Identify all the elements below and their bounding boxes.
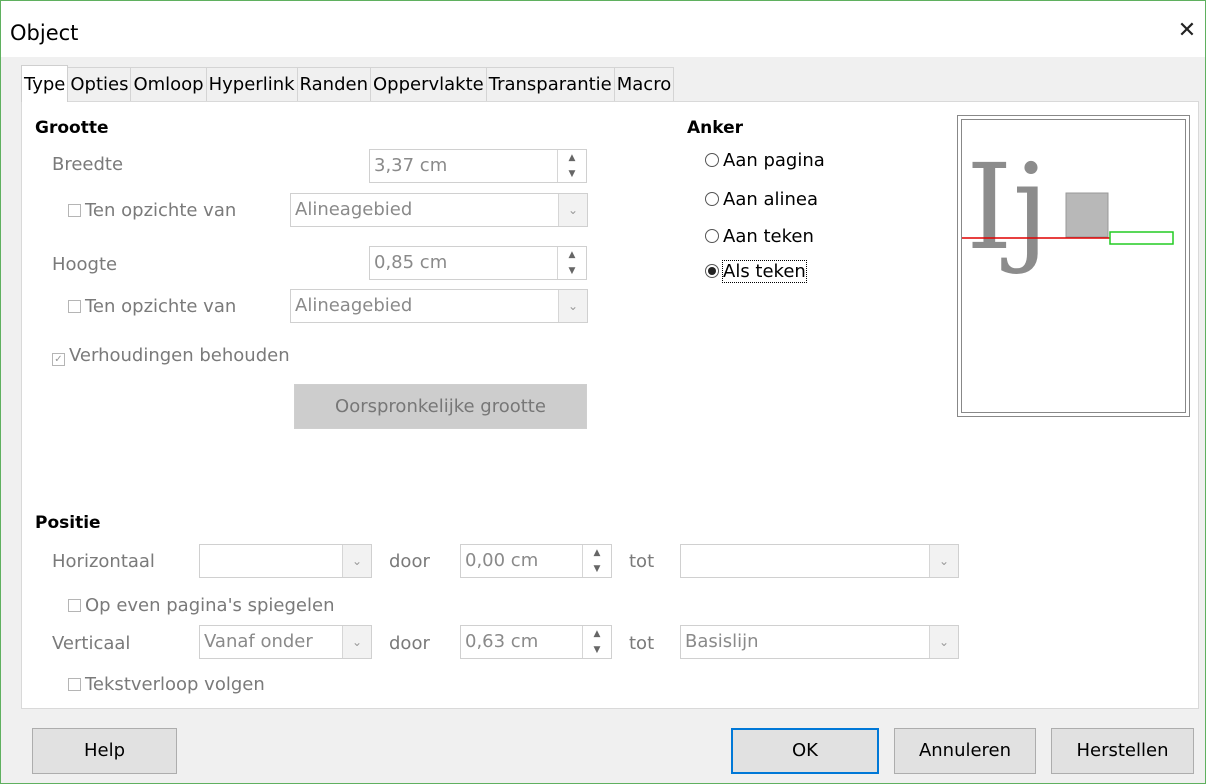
h-by-spinbox[interactable]: 0,00 cm ▲ ▼ — [460, 544, 612, 578]
checkbox-icon — [68, 300, 81, 313]
spin-up-icon[interactable]: ▲ — [583, 626, 611, 642]
radio-icon — [705, 229, 719, 243]
chevron-down-icon: ⌄ — [929, 545, 958, 577]
horizontal-label: Horizontaal — [52, 551, 155, 572]
tab-opties[interactable]: Opties — [67, 67, 132, 101]
width-relative-combo[interactable]: Alineagebied ⌄ — [290, 193, 588, 227]
width-relative-checkbox[interactable]: Ten opzichte van — [68, 200, 236, 221]
keep-ratio-checkbox[interactable]: ✓ Verhoudingen behouden — [52, 345, 290, 366]
checkbox-icon — [68, 204, 81, 217]
anchor-page-radio[interactable]: Aan pagina — [705, 150, 825, 171]
width-label: Breedte — [52, 154, 124, 175]
tab-omloop[interactable]: Omloop — [130, 67, 207, 101]
chevron-down-icon: ⌄ — [558, 290, 587, 322]
tab-type[interactable]: Type — [21, 65, 69, 102]
close-icon[interactable]: ✕ — [1173, 17, 1201, 45]
original-size-button[interactable]: Oorspronkelijke grootte — [294, 384, 587, 429]
spin-up-icon[interactable]: ▲ — [583, 545, 611, 561]
radio-icon — [705, 192, 719, 206]
type-tab-panel: Grootte Breedte 3,37 cm ▲ ▼ Ten opzichte … — [21, 101, 1199, 709]
anchor-header: Anker — [687, 118, 744, 138]
v-to-combo[interactable]: Basislijn ⌄ — [680, 625, 959, 659]
checkbox-icon — [68, 678, 81, 691]
reset-button[interactable]: Herstellen — [1051, 728, 1194, 774]
tab-hyperlink[interactable]: Hyperlink — [205, 67, 298, 101]
spin-up-icon[interactable]: ▲ — [558, 247, 586, 263]
height-value: 0,85 cm — [374, 252, 448, 273]
width-spinbox[interactable]: 3,37 cm ▲ ▼ — [369, 149, 587, 183]
help-button[interactable]: Help — [32, 728, 177, 774]
h-to-label: tot — [629, 551, 655, 572]
chevron-down-icon: ⌄ — [342, 545, 371, 577]
preview-frame-outline — [1109, 231, 1174, 245]
spin-down-icon[interactable]: ▼ — [558, 166, 586, 182]
height-label: Hoogte — [52, 254, 118, 275]
tab-randen[interactable]: Randen — [296, 67, 371, 101]
spin-down-icon[interactable]: ▼ — [583, 561, 611, 577]
h-to-combo[interactable]: ⌄ — [680, 544, 959, 578]
h-by-label: door — [389, 551, 430, 572]
anchor-preview: Ij — [957, 115, 1190, 417]
ok-button[interactable]: OK — [731, 728, 879, 774]
preview-object — [1065, 192, 1109, 238]
tab-bar: Type Opties Omloop Hyperlink Randen Oppe… — [21, 65, 675, 102]
mirror-checkbox[interactable]: Op even pagina's spiegelen — [68, 595, 334, 616]
tab-macro[interactable]: Macro — [613, 67, 675, 101]
v-by-label: door — [389, 633, 430, 654]
tab-transparantie[interactable]: Transparantie — [485, 67, 615, 101]
spin-down-icon[interactable]: ▼ — [558, 263, 586, 279]
chevron-down-icon: ⌄ — [929, 626, 958, 658]
height-relative-checkbox[interactable]: Ten opzichte van — [68, 296, 236, 317]
preview-graphic: Ij — [962, 138, 1174, 276]
vertical-label: Verticaal — [52, 633, 131, 654]
title-bar: Object ✕ — [1, 1, 1205, 57]
dialog-title: Object — [10, 21, 79, 45]
height-spinbox[interactable]: 0,85 cm ▲ ▼ — [369, 246, 587, 280]
anchor-as-character-radio[interactable]: Als teken — [705, 260, 807, 283]
tab-oppervlakte[interactable]: Oppervlakte — [370, 67, 487, 101]
anchor-paragraph-radio[interactable]: Aan alinea — [705, 189, 818, 210]
preview-glyph: Ij — [966, 138, 1049, 276]
width-value: 3,37 cm — [374, 155, 448, 176]
radio-selected-icon — [705, 264, 719, 278]
height-relative-combo[interactable]: Alineagebied ⌄ — [290, 289, 588, 323]
spin-down-icon[interactable]: ▼ — [583, 642, 611, 658]
anchor-character-radio[interactable]: Aan teken — [705, 226, 814, 247]
v-by-spinbox[interactable]: 0,63 cm ▲ ▼ — [460, 625, 612, 659]
v-to-label: tot — [629, 633, 655, 654]
follow-text-flow-checkbox[interactable]: Tekstverloop volgen — [68, 674, 265, 695]
checkbox-checked-icon: ✓ — [52, 353, 65, 366]
horizontal-combo[interactable]: ⌄ — [199, 544, 372, 578]
vertical-combo[interactable]: Vanaf onder ⌄ — [199, 625, 372, 659]
chevron-down-icon: ⌄ — [558, 194, 587, 226]
checkbox-icon — [68, 599, 81, 612]
object-dialog: Object ✕ Type Opties Omloop Hyperlink Ra… — [0, 0, 1206, 784]
radio-icon — [705, 153, 719, 167]
position-header: Positie — [35, 513, 101, 533]
spin-up-icon[interactable]: ▲ — [558, 150, 586, 166]
size-header: Grootte — [35, 118, 109, 138]
cancel-button[interactable]: Annuleren — [894, 728, 1036, 774]
chevron-down-icon: ⌄ — [342, 626, 371, 658]
